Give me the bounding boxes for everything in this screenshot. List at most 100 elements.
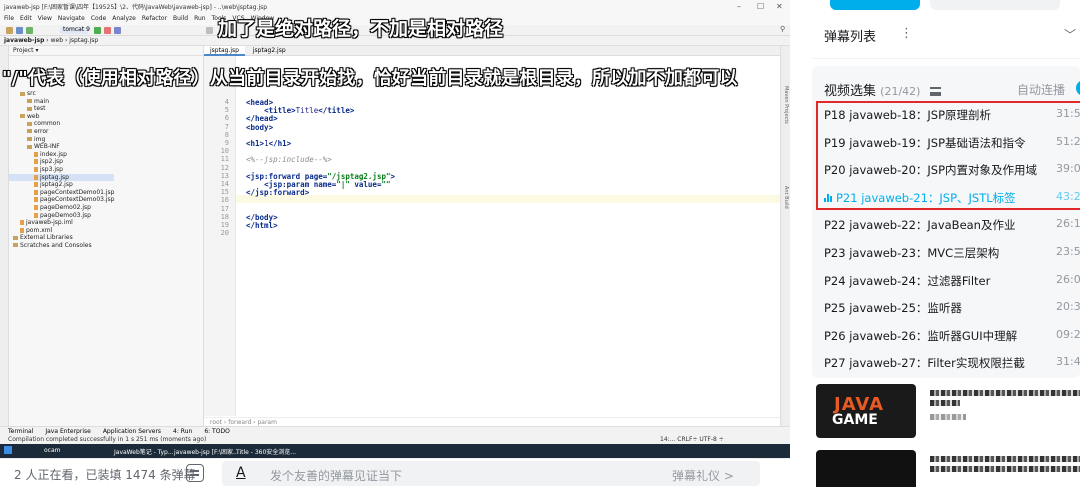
tree-item: jsptag2.jsp <box>9 181 114 189</box>
recommended-title[interactable] <box>930 390 1080 396</box>
recommended-video[interactable]: JAVA GAME <box>816 384 1080 440</box>
recommended-thumbnail[interactable]: JAVA GAME <box>816 384 916 438</box>
tree-item-label: jsptag.jsp <box>40 173 69 181</box>
breadcrumb-folder: web <box>50 37 64 44</box>
bottom-tab: 6: TODO <box>204 428 230 435</box>
file-icon <box>20 220 24 226</box>
recommended-title[interactable] <box>930 400 960 406</box>
tree-item-label: src <box>27 90 36 97</box>
line-number: 5 <box>224 106 229 115</box>
tree-item: index.jsp <box>9 151 114 159</box>
line-gutter: 4 5 6 7 8 9 10 11 12 13 14 15 16 17 18 19 20 <box>204 56 236 416</box>
tree-item-label: Scratches and Consoles <box>20 241 92 249</box>
tab-jsptag2: jsptag2.jsp <box>252 47 286 54</box>
collection-title: 视频选集 (21/42) <box>824 80 941 99</box>
tree-item-label: index.jsp <box>40 150 67 158</box>
follow-button[interactable] <box>830 0 920 10</box>
bottom-tab: Terminal <box>8 428 34 435</box>
tree-item: error <box>9 128 114 136</box>
tree-item-label: common <box>34 120 61 128</box>
project-label: Project <box>13 47 34 54</box>
recommended-thumbnail[interactable] <box>816 450 916 487</box>
episode-duration: 20:37 <box>1056 300 1080 314</box>
recommended-author[interactable] <box>930 414 966 420</box>
annotation-highlight-box <box>816 101 1080 210</box>
episode-item[interactable]: P26 javaweb-26：监听器GUI中理解 09:20 <box>824 323 1080 349</box>
tree-item-label: External Libraries <box>20 234 73 242</box>
tree-item-label: pom.xml <box>26 226 53 234</box>
folder-icon <box>27 137 32 142</box>
debug-icon <box>114 27 121 34</box>
folder-icon <box>27 99 32 104</box>
maximize-icon: ☐ <box>757 2 765 11</box>
more-icon[interactable]: ⋮ <box>900 26 913 41</box>
taskbar-item: ocam <box>44 447 61 454</box>
font-style-icon[interactable]: A <box>236 465 246 481</box>
tree-item: Scratches and Consoles <box>9 242 114 250</box>
code-line: <body> <box>246 122 274 132</box>
menu-run: Run <box>194 15 206 22</box>
episode-item[interactable]: P27 javaweb-27：Filter实现权限拦截 31:44 <box>824 350 1080 376</box>
video-player[interactable]: javaweb-jsp [F:\困家暂课\四年【19525】\2、代码\Java… <box>0 0 790 458</box>
divider <box>812 58 1080 59</box>
danmaku-input[interactable]: A 发个友善的弹幕见证当下 弹幕礼仪 > 发送 <box>222 461 1004 487</box>
list-icon[interactable] <box>929 87 941 96</box>
tree-item: WEB-INF <box>9 143 114 151</box>
stop-icon <box>104 27 111 34</box>
file-icon <box>34 189 38 195</box>
autoplay-toggle[interactable] <box>1076 80 1080 96</box>
danmaku-toggle-icon[interactable] <box>186 464 204 482</box>
recommended-video[interactable] <box>816 450 1080 487</box>
tree-item: src <box>9 90 114 98</box>
editor-breadcrumb: root › forward › param <box>204 417 780 426</box>
menu-build: Build <box>173 15 189 22</box>
file-icon <box>34 174 38 180</box>
line-number: 15 <box>220 188 229 197</box>
tree-item: pageDemo03.jsp <box>9 212 114 220</box>
tree-item-label: test <box>34 105 46 113</box>
episode-title: P25 javaweb-25：监听器 <box>824 300 962 316</box>
ide-title-bar: javaweb-jsp [F:\困家暂课\四年【19525】\2、代码\Java… <box>0 0 790 14</box>
bottom-tab: Application Servers <box>102 428 162 435</box>
episode-item[interactable]: P24 javaweb-24：过滤器Filter 26:08 <box>824 268 1080 294</box>
tab-jsptag: jsptag.jsp <box>204 46 245 56</box>
episode-item[interactable]: P23 javaweb-23：MVC三层架构 23:59 <box>824 240 1080 266</box>
taskbar-item: Title - 360安全浏览... <box>236 449 297 456</box>
line-number: 12 <box>220 163 229 172</box>
subtitle-line-1: 加了是绝对路径，不加是相对路径 <box>218 18 504 40</box>
menu-analyze: Analyze <box>112 15 136 22</box>
danmaku-list-title: 弹幕列表 <box>824 30 877 45</box>
code-line: <%--jsp:include--%> <box>246 155 332 165</box>
recommended-title[interactable] <box>930 456 1080 462</box>
episode-item[interactable]: P25 javaweb-25：监听器 20:37 <box>824 295 1080 321</box>
tree-item: javaweb-jsp.iml <box>9 219 114 227</box>
autoplay-label: 自动连播 <box>1017 83 1066 97</box>
folder-icon <box>20 91 25 96</box>
episode-item[interactable]: P22 javaweb-22：JavaBean及作业 26:19 <box>824 212 1080 238</box>
tree-item: jsptag.jsp <box>9 173 115 182</box>
menu-refactor: Refactor <box>141 15 168 22</box>
menu-edit: Edit <box>20 15 32 22</box>
file-icon <box>34 197 38 203</box>
episode-duration: 26:08 <box>1056 272 1080 286</box>
line-number: 18 <box>220 212 229 221</box>
line-number: 7 <box>224 122 229 131</box>
project-panel: Project ▾ src main test web common error img WE… <box>9 46 204 426</box>
collection-count: (21/42) <box>880 85 921 98</box>
episode-duration: 31:44 <box>1056 355 1080 369</box>
menu-view: View <box>37 15 52 22</box>
open-icon <box>6 27 13 34</box>
subtitle-line-2: "/"代表（使用相对路径）从当前目录开始找，恰好当前目录就是根目录，所以加不加都… <box>2 68 738 89</box>
breadcrumb-project: javaweb-jsp <box>4 37 45 44</box>
episode-duration: 09:20 <box>1056 327 1080 341</box>
charge-button[interactable] <box>930 0 1060 10</box>
danmaku-list-header[interactable]: 弹幕列表 ⋮ ﹀ <box>812 26 1076 62</box>
status-message: Compilation completed successfully in 1 … <box>8 436 207 443</box>
folder-icon <box>27 129 32 134</box>
episode-duration: 26:19 <box>1056 217 1080 231</box>
danmaku-etiquette-link[interactable]: 弹幕礼仪 > <box>672 467 734 484</box>
episode-title: P27 javaweb-27：Filter实现权限拦截 <box>824 355 1025 371</box>
chevron-down-icon[interactable]: ﹀ <box>1064 26 1076 43</box>
recommended-title[interactable] <box>930 466 1080 472</box>
status-right: 14:... CRLF÷ UTF-8 ÷ <box>660 436 724 443</box>
